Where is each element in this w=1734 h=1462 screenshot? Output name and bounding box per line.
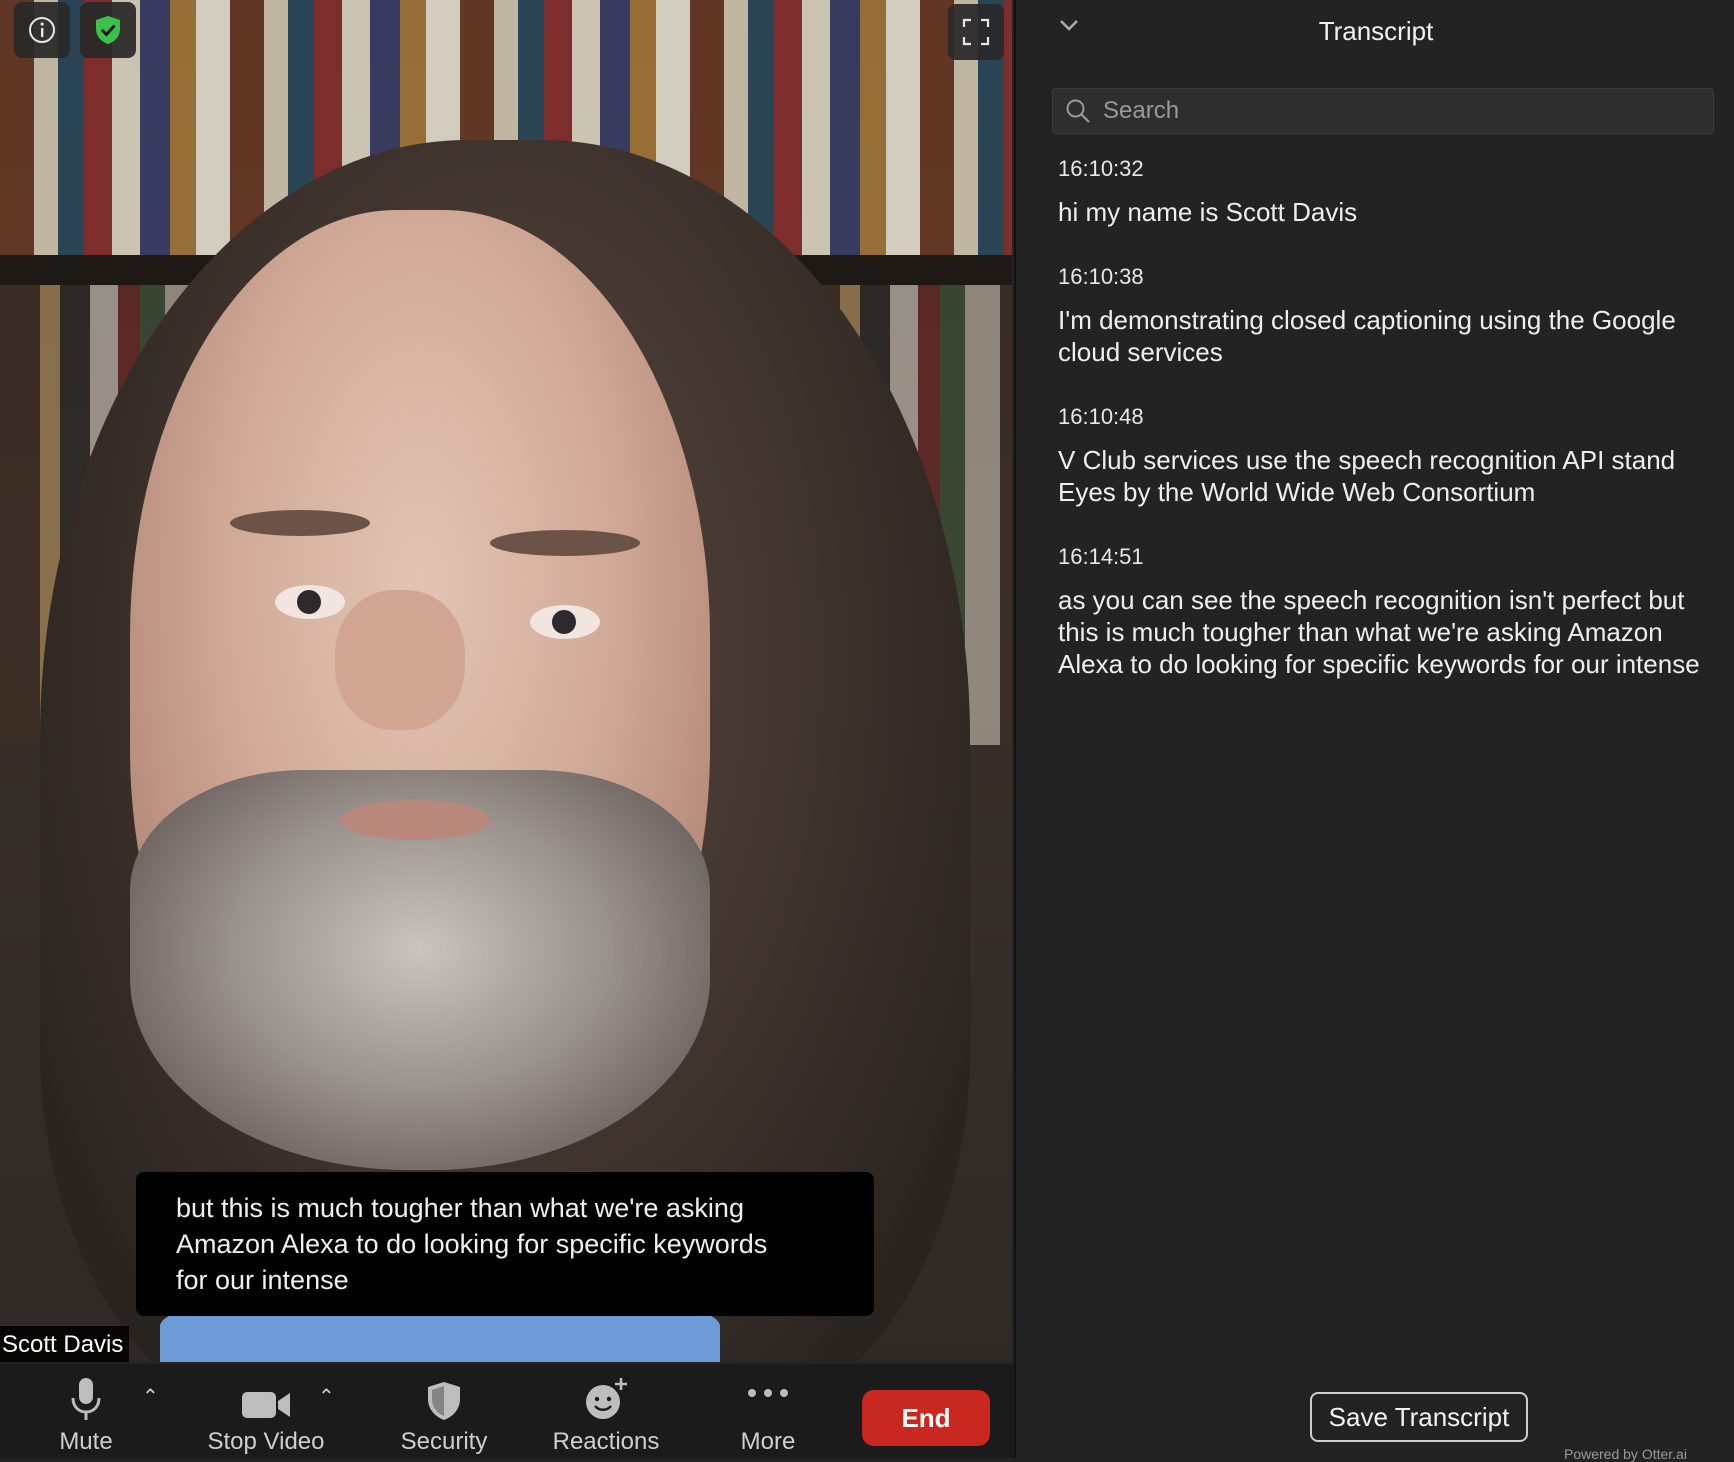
caption-line: for our intense <box>176 1265 349 1295</box>
transcript-search <box>1052 88 1714 134</box>
entry-timestamp: 16:10:48 <box>1058 404 1144 429</box>
right-eye <box>530 605 600 639</box>
search-input[interactable] <box>1101 96 1713 126</box>
stop-video-button[interactable]: Stop Video <box>196 1364 336 1458</box>
more-dots-icon <box>748 1389 788 1397</box>
security-label: Security <box>400 1428 488 1455</box>
transcript-entry: 16:10:32 hi my name is Scott Davis <box>1058 156 1728 228</box>
save-transcript-button[interactable]: Save Transcript <box>1310 1392 1528 1442</box>
right-eyebrow <box>490 530 640 556</box>
panel-title: Transcript <box>1318 16 1434 46</box>
powered-by-text: Powered by Otter.ai <box>1564 1446 1687 1462</box>
entry-timestamp: 16:10:38 <box>1058 264 1144 289</box>
emoji-add-icon <box>586 1378 627 1419</box>
security-shield-icon <box>428 1382 460 1420</box>
meeting-toolbar: Mute ⌃ Stop Video ⌃ Security Reactions M… <box>0 1364 1014 1458</box>
more-label: More <box>740 1428 796 1455</box>
transcript-entry: 16:10:38 I'm demonstrating closed captio… <box>1058 264 1728 368</box>
participant-name-tag: Scott Davis <box>0 1326 130 1362</box>
fullscreen-icon <box>962 18 990 46</box>
entry-text: V Club services use the speech recogniti… <box>1058 445 1676 507</box>
reactions-label: Reactions <box>552 1428 660 1455</box>
mute-label: Mute <box>59 1428 113 1455</box>
fullscreen-button[interactable] <box>948 4 1004 60</box>
more-button[interactable]: More <box>728 1364 808 1458</box>
transcript-entry: 16:10:48 V Club services use the speech … <box>1058 404 1728 508</box>
search-icon <box>1066 99 1090 123</box>
entry-text: I'm demonstrating closed captioning usin… <box>1058 305 1676 367</box>
video-options-chevron-up-icon[interactable]: ⌃ <box>318 1384 335 1409</box>
entry-text: as you can see the speech recognition is… <box>1058 585 1700 679</box>
entry-text: hi my name is Scott Davis <box>1058 197 1358 227</box>
reactions-button[interactable]: Reactions <box>548 1364 664 1458</box>
stop-video-label: Stop Video <box>207 1428 325 1455</box>
caption-line: but this is much tougher than what we're… <box>176 1193 744 1223</box>
shield-check-icon <box>96 16 120 44</box>
end-meeting-button[interactable]: End <box>862 1390 990 1446</box>
left-eyebrow <box>230 510 370 536</box>
encryption-badge-button[interactable] <box>80 2 136 58</box>
live-caption: but this is much tougher than what we're… <box>136 1172 874 1316</box>
mouth <box>340 800 490 840</box>
entry-timestamp: 16:10:32 <box>1058 156 1144 181</box>
info-icon <box>29 17 55 43</box>
transcript-panel: Transcript 16:10:32 hi my name is Scott … <box>1014 0 1734 1462</box>
audio-options-chevron-up-icon[interactable]: ⌃ <box>142 1384 159 1409</box>
entry-timestamp: 16:14:51 <box>1058 544 1144 569</box>
microphone-icon <box>71 1378 101 1420</box>
transcript-entry: 16:14:51 as you can see the speech recog… <box>1058 544 1728 680</box>
video-camera-icon <box>242 1392 290 1418</box>
meeting-info-button[interactable] <box>14 2 70 58</box>
caption-line: Amazon Alexa to do looking for specific … <box>176 1229 768 1259</box>
nose <box>335 590 465 730</box>
video-feed: but this is much tougher than what we're… <box>0 0 1012 1362</box>
security-button[interactable]: Security <box>394 1364 494 1458</box>
left-eye <box>275 585 345 619</box>
mute-button[interactable]: Mute <box>46 1364 126 1458</box>
